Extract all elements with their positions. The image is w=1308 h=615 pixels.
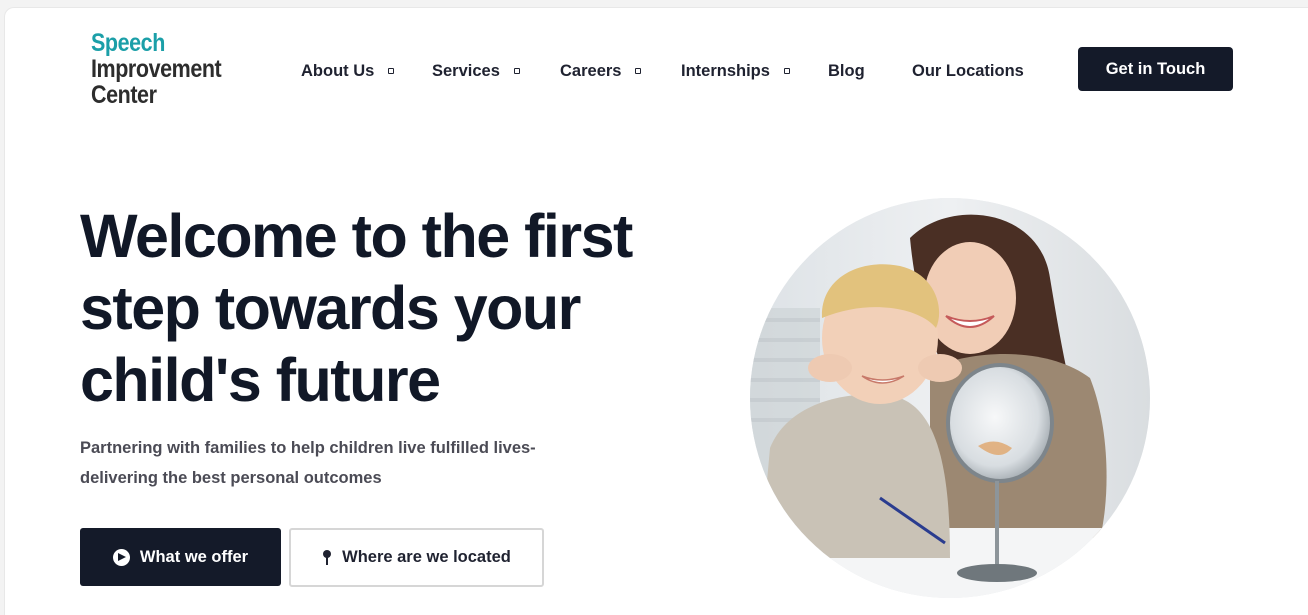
where-are-we-located-button[interactable]: Where are we located	[289, 528, 544, 587]
nav-item-label: Blog	[828, 61, 865, 80]
nav-item-label: Internships	[681, 61, 770, 80]
nav-item-label: About Us	[301, 61, 375, 80]
logo-line-1: Speech	[91, 29, 165, 57]
get-in-touch-button[interactable]: Get in Touch	[1078, 47, 1233, 91]
nav-item-label: Services	[432, 61, 500, 80]
chevron-down-icon	[783, 68, 790, 74]
nav-item-internships[interactable]: Internships	[681, 58, 790, 84]
chevron-down-icon	[513, 68, 520, 74]
where-are-we-located-label: Where are we located	[342, 548, 511, 566]
logo-line-2: Improvement	[91, 55, 222, 83]
nav-item-blog[interactable]: Blog	[828, 58, 865, 84]
what-we-offer-label: What we offer	[139, 547, 249, 566]
nav-item-label: Our Locations	[912, 61, 1024, 80]
site-logo[interactable]: Speech Improvement Center	[91, 30, 251, 112]
hero-subtitle: Partnering with families to help childre…	[80, 433, 570, 493]
what-we-offer-button[interactable]: What we offer	[80, 528, 281, 586]
hero-title-line-1: Welcome to the first	[80, 202, 633, 270]
hero-title-line-3: child's future	[80, 346, 441, 414]
nav-item-careers[interactable]: Careers	[560, 58, 642, 84]
arrow-circle-right-icon	[112, 548, 130, 566]
chevron-down-icon	[635, 68, 642, 74]
hero-image-container	[750, 198, 1150, 598]
hero-title-line-2: step towards your	[80, 274, 581, 342]
logo-line-3: Center	[91, 81, 157, 109]
hero-subtitle-line-1: Partnering with families to help childre…	[80, 439, 536, 457]
nav-item-label: Careers	[560, 61, 622, 80]
page: Speech Improvement Center About Us Servi…	[4, 7, 1308, 615]
hero-photo-illustration	[750, 198, 1150, 598]
map-pin-icon	[322, 549, 332, 566]
nav-item-about-us[interactable]: About Us	[301, 58, 395, 84]
nav-item-our-locations[interactable]: Our Locations	[912, 58, 1024, 84]
nav-item-services[interactable]: Services	[432, 58, 520, 84]
hero-photo	[750, 198, 1150, 598]
hero-subtitle-line-2: delivering the best personal outcomes	[80, 469, 382, 487]
hero-title: Welcome to the first step towards your c…	[80, 200, 720, 416]
chevron-down-icon	[388, 68, 395, 74]
